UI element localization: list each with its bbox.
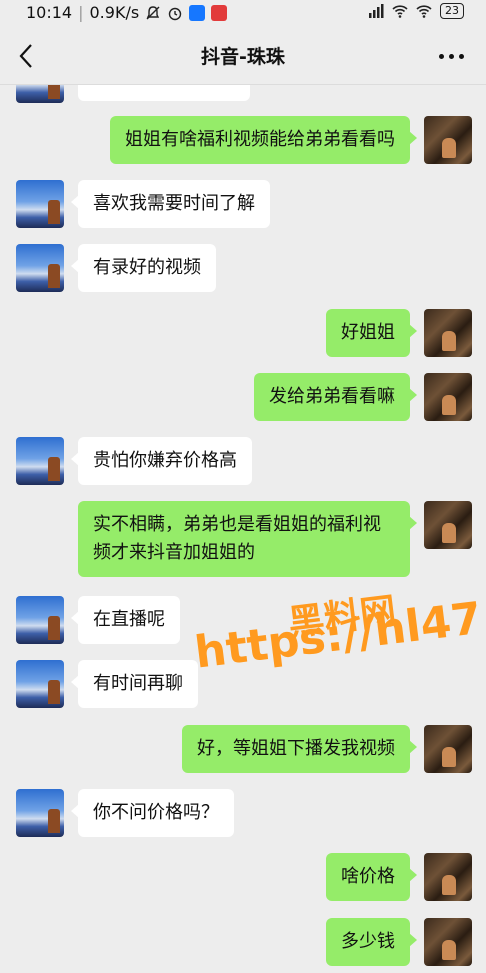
my-avatar[interactable] [424,918,472,966]
contact-avatar[interactable] [16,437,64,485]
my-avatar[interactable] [424,725,472,773]
message-bubble[interactable]: 发给弟弟看看嘛 [254,373,417,421]
status-divider: | [78,3,84,22]
my-avatar[interactable] [424,501,472,549]
wifi-icon [416,5,432,18]
message-bubble[interactable]: 好，等姐姐下播发我视频 [182,725,417,773]
message-bubble[interactable]: 喜欢我需要时间了解 [71,180,270,228]
app-notification-icon [189,4,206,21]
message-bubble[interactable]: 贵怕你嫌弃价格高 [71,437,252,485]
chat-header: 抖音-珠珠 [0,28,486,85]
alarm-icon [168,7,182,20]
mute-bell-icon [146,5,160,19]
status-bar: 10:14 | 0.9K/s 23 [0,0,486,28]
message-bubble[interactable]: 有录好的视频 [71,244,216,292]
battery-indicator: 23 [440,3,464,19]
message-bubble[interactable]: 有时间再聊 [71,660,198,708]
my-avatar[interactable] [424,116,472,164]
message-bubble[interactable]: 啥价格 [326,853,417,901]
wifi-icon [392,5,408,18]
clock: 10:14 [26,3,73,22]
app-notification-icon [211,4,228,21]
message-bubble[interactable]: 多少钱 [326,918,417,966]
contact-avatar[interactable] [16,596,64,644]
message-bubble[interactable]: 你不问价格吗？ [71,789,234,837]
contact-avatar[interactable] [16,244,64,292]
more-options-icon[interactable] [439,54,464,59]
my-avatar[interactable] [424,853,472,901]
chat-title: 抖音-珠珠 [201,46,285,68]
message-list[interactable]: 姐姐有啥福利视频能给弟弟看看吗 喜欢我需要时间了解 有录好的视频 好姐姐 发给弟… [0,85,486,973]
my-avatar[interactable] [424,373,472,421]
message-bubble[interactable]: 好姐姐 [326,309,417,357]
message-bubble[interactable]: 在直播呢 [71,596,180,644]
message-bubble[interactable] [78,85,250,101]
contact-avatar[interactable] [16,180,64,228]
my-avatar[interactable] [424,309,472,357]
message-bubble[interactable]: 实不相瞒，弟弟也是看姐姐的福利视频才来抖音加姐姐的 [78,501,417,577]
contact-avatar[interactable] [16,789,64,837]
message-bubble[interactable]: 姐姐有啥福利视频能给弟弟看看吗 [110,116,417,164]
network-speed: 0.9K/s [89,3,140,22]
signal-icon [369,4,384,18]
contact-avatar[interactable] [16,85,64,103]
contact-avatar[interactable] [16,660,64,708]
